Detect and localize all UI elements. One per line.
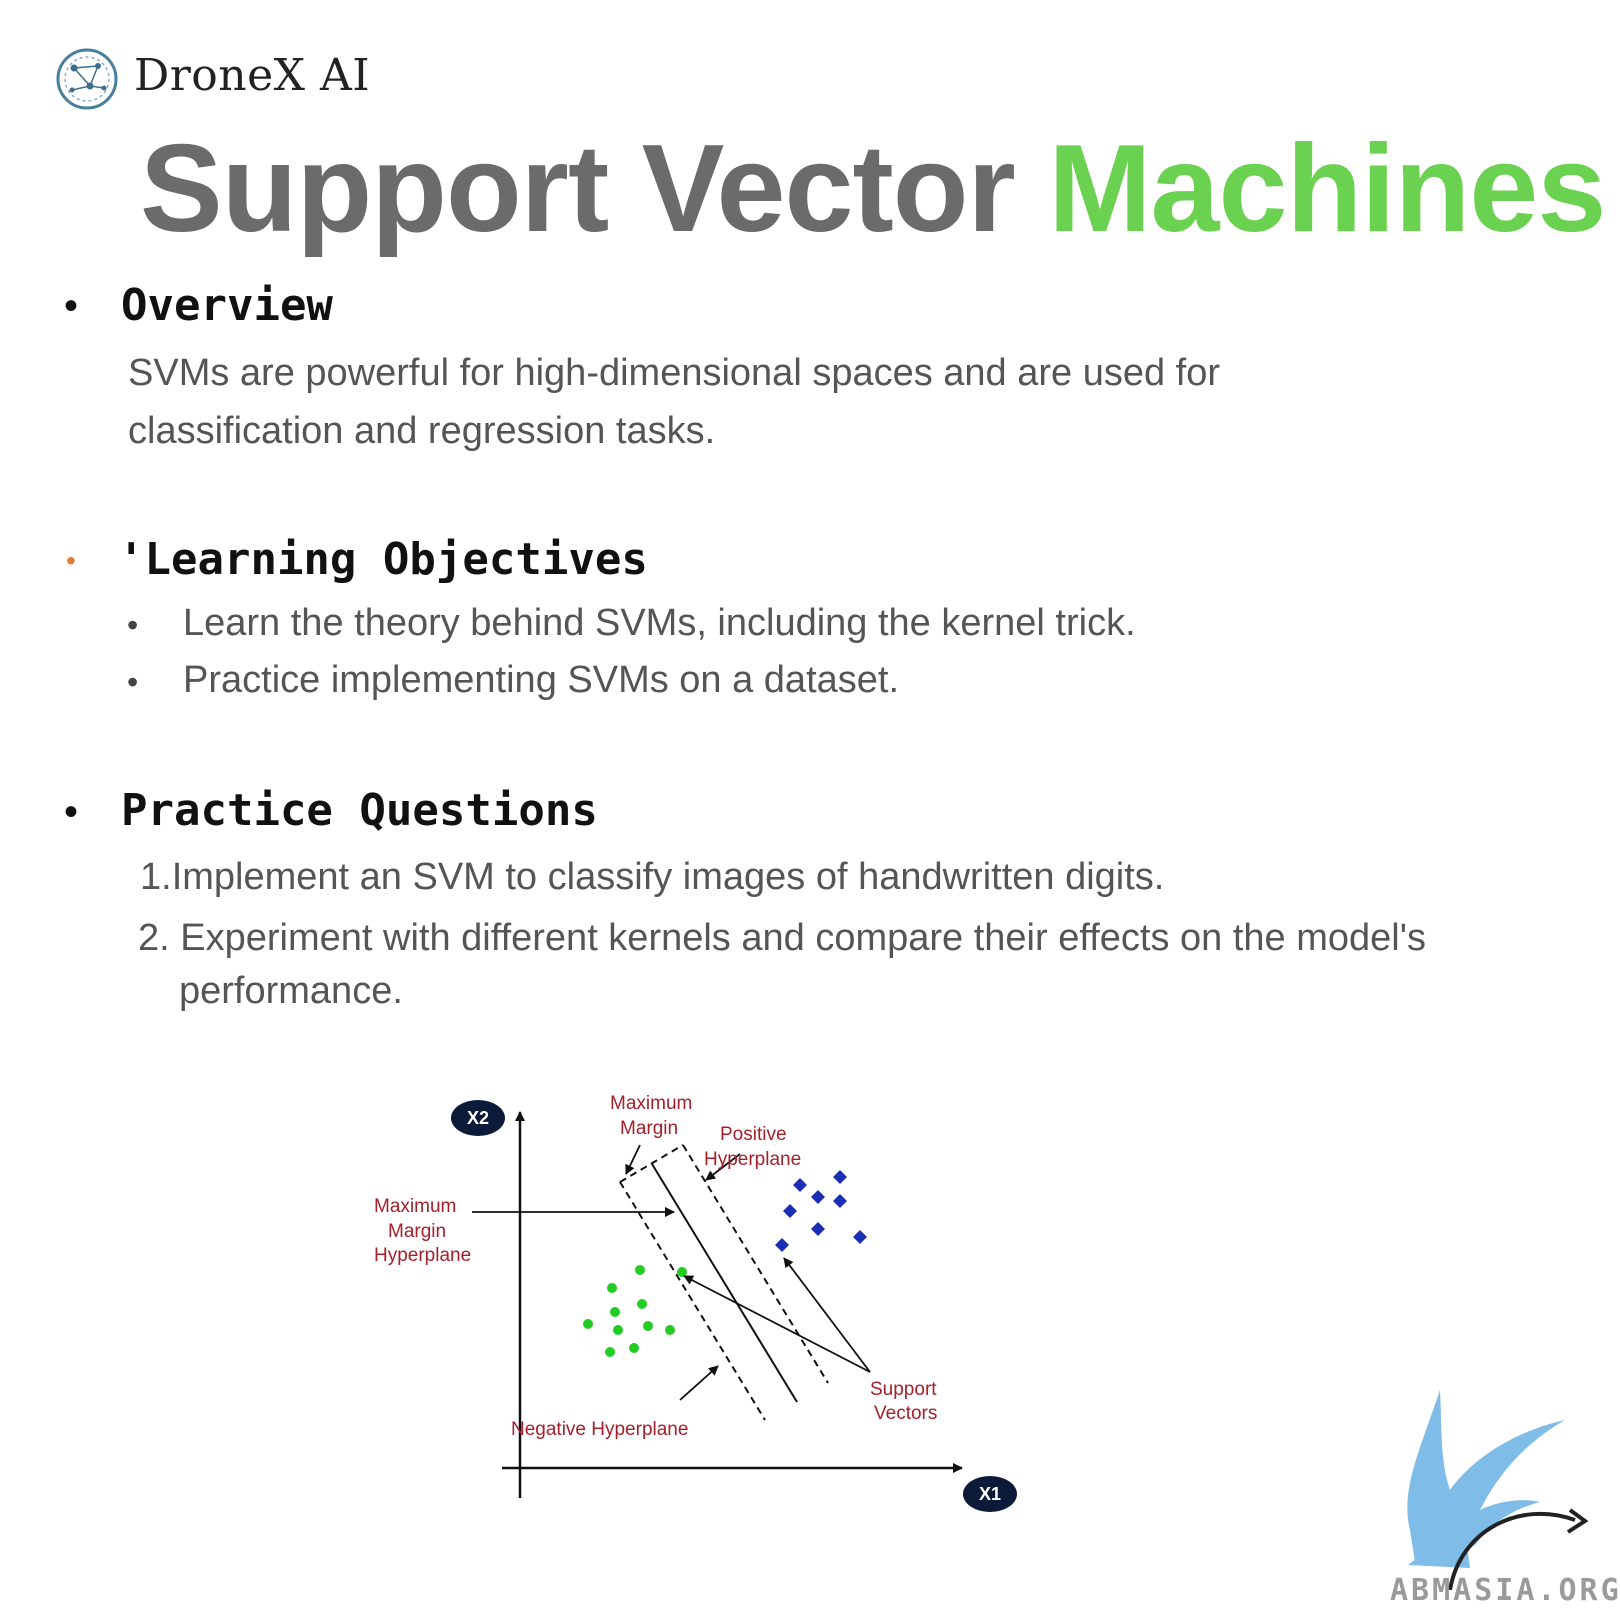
watermark-text: ABMASIA.ORG <box>1390 1573 1620 1608</box>
practice-question-2-line2: performance. <box>179 970 403 1012</box>
practice-bullet: • <box>64 790 79 834</box>
title-highlight: Machines <box>1048 120 1606 258</box>
x1-label: X1 <box>979 1484 1001 1504</box>
max-margin-hyperplane <box>651 1163 798 1403</box>
objectives-heading: 'Learning Objectives <box>118 534 648 585</box>
overview-text-line2: classification and regression tasks. <box>128 410 716 452</box>
label-mmh-1: Maximum <box>374 1196 456 1217</box>
arrow-support-2 <box>783 1257 871 1373</box>
label-mmh-2: Margin <box>388 1221 446 1242</box>
title-main: Support Vector <box>140 120 1049 258</box>
positive-hyperplane <box>682 1144 829 1384</box>
practice-heading: Practice Questions <box>121 785 598 836</box>
arrow-negative <box>679 1365 719 1401</box>
negative-class-points <box>583 1265 687 1357</box>
label-positive-2: Hyperplane <box>704 1149 801 1170</box>
overview-text-line1: SVMs are powerful for high-dimensional s… <box>128 352 1221 394</box>
practice-question-2-line1: 2. Experiment with different kernels and… <box>138 917 1426 959</box>
practice-question-1: 1.Implement an SVM to classify images of… <box>140 856 1165 898</box>
label-negative: Negative Hyperplane <box>511 1419 688 1440</box>
brand-name: DroneX AI <box>134 50 371 101</box>
margin-cap <box>619 1144 684 1183</box>
page-title: Support Vector Machines <box>140 118 1606 260</box>
x2-label: X2 <box>467 1108 489 1128</box>
objective-item-1: Learn the theory behind SVMs, including … <box>183 602 1136 644</box>
label-support-2: Vectors <box>874 1403 937 1424</box>
label-max-margin-2: Margin <box>620 1118 678 1139</box>
dronex-logo-icon <box>56 48 118 110</box>
griffin-logo-icon <box>1407 1390 1589 1590</box>
arrow-margin-top <box>625 1144 641 1175</box>
label-support-1: Support <box>870 1379 937 1400</box>
objective-bullet-1: • <box>127 607 139 643</box>
label-max-margin-1: Maximum <box>610 1093 692 1114</box>
objectives-bullet: • <box>66 545 76 576</box>
objective-item-2: Practice implementing SVMs on a dataset. <box>183 659 900 701</box>
positive-class-points <box>775 1170 867 1252</box>
overview-heading: Overview <box>121 280 333 331</box>
label-positive-1: Positive <box>720 1124 787 1145</box>
label-mmh-3: Hyperplane <box>374 1245 471 1266</box>
arrow-support-1 <box>683 1275 871 1373</box>
objective-bullet-2: • <box>127 664 139 700</box>
svm-diagram: X2 X1 Maximum Margin Positive Hyperplane… <box>374 1093 1017 1512</box>
overview-bullet: • <box>64 284 79 328</box>
